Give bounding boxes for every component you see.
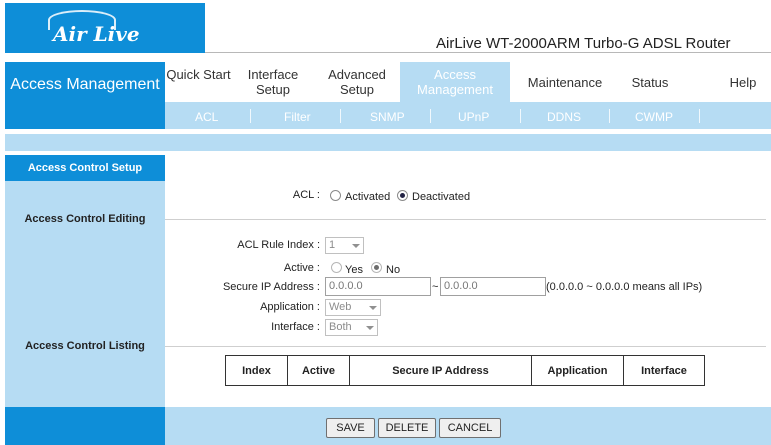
- section-divider: [165, 346, 766, 347]
- sidebar: [5, 155, 165, 407]
- nav-item-access-management[interactable]: Access Management: [400, 62, 510, 102]
- table-header-active: Active: [288, 356, 350, 385]
- secure-ip-end-input[interactable]: 0.0.0.0: [440, 277, 546, 296]
- nav-item-status[interactable]: Status: [620, 62, 680, 102]
- table-header-application: Application: [532, 356, 624, 385]
- footer-left-block: [5, 407, 165, 445]
- acl-deactivated-radio[interactable]: [397, 190, 408, 201]
- sub-nav: ACL Filter SNMP UPnP DDNS CWMP: [165, 102, 771, 129]
- rule-index-select[interactable]: 1: [325, 237, 364, 254]
- section-divider: [165, 219, 766, 220]
- sub-nav-separator: [430, 109, 431, 123]
- delete-button[interactable]: DELETE: [378, 418, 436, 438]
- chevron-down-icon: [366, 326, 374, 330]
- nav-item-interface-setup[interactable]: Interface Setup: [237, 62, 309, 102]
- application-value: Web: [329, 301, 352, 313]
- sub-nav-upnp[interactable]: UPnP: [458, 110, 489, 124]
- router-title: AirLive WT-2000ARM Turbo-G ADSL Router: [436, 35, 731, 52]
- airlive-logo: Air Live: [5, 3, 205, 53]
- sub-nav-filter[interactable]: Filter: [284, 110, 311, 124]
- logo-text: Air Live: [53, 22, 140, 46]
- sidebar-listing-label: Access Control Listing: [25, 340, 145, 352]
- sub-nav-ddns[interactable]: DDNS: [547, 110, 581, 124]
- application-select[interactable]: Web: [325, 299, 381, 316]
- spacer-band: [5, 134, 771, 151]
- sub-nav-cwmp[interactable]: CWMP: [635, 110, 673, 124]
- acl-label: ACL :: [292, 189, 320, 201]
- nav-item-quick-start[interactable]: Quick Start: [165, 62, 232, 102]
- interface-label: Interface :: [271, 321, 320, 333]
- active-no-label: No: [386, 264, 401, 276]
- router-admin-page: Air Live AirLive WT-2000ARM Turbo-G ADSL…: [0, 0, 771, 445]
- acl-activated-label: Activated: [345, 191, 391, 203]
- active-yes-label: Yes: [345, 264, 363, 276]
- chevron-down-icon: [352, 244, 360, 248]
- table-header-index: Index: [226, 356, 288, 385]
- nav-item-help[interactable]: Help: [721, 62, 765, 102]
- ip-range-separator: ~: [432, 281, 439, 293]
- nav-item-advanced-setup[interactable]: Advanced Setup: [317, 62, 397, 102]
- sub-nav-separator: [520, 109, 521, 123]
- sidebar-setup-label: Access Control Setup: [5, 155, 165, 181]
- header-divider: [205, 52, 771, 53]
- interface-value: Both: [329, 321, 352, 333]
- acl-listing-table: Index Active Secure IP Address Applicati…: [225, 355, 705, 386]
- secure-ip-start-input[interactable]: 0.0.0.0: [325, 277, 431, 296]
- table-header-secure-ip: Secure IP Address: [350, 356, 532, 385]
- nav-section-title: Access Management: [5, 62, 165, 129]
- sub-nav-separator: [609, 109, 610, 123]
- acl-deactivated-label: Deactivated: [412, 191, 471, 203]
- sidebar-editing-label: Access Control Editing: [24, 213, 146, 225]
- active-no-radio[interactable]: [371, 262, 382, 273]
- interface-select[interactable]: Both: [325, 319, 378, 336]
- sub-nav-separator: [250, 109, 251, 123]
- save-button[interactable]: SAVE: [326, 418, 375, 438]
- cancel-button[interactable]: CANCEL: [439, 418, 501, 438]
- table-header-interface: Interface: [641, 364, 687, 377]
- active-label: Active :: [283, 262, 320, 274]
- chevron-down-icon: [369, 306, 377, 310]
- acl-activated-radio[interactable]: [330, 190, 341, 201]
- nav-item-maintenance[interactable]: Maintenance: [515, 62, 615, 102]
- sub-nav-separator: [699, 109, 700, 123]
- active-yes-radio[interactable]: [331, 262, 342, 273]
- rule-index-label: ACL Rule Index :: [237, 239, 320, 251]
- sub-nav-snmp[interactable]: SNMP: [370, 110, 405, 124]
- secure-ip-label: Secure IP Address :: [222, 281, 320, 293]
- application-label: Application :: [260, 301, 320, 313]
- main-nav: Quick Start Interface Setup Advanced Set…: [165, 62, 771, 102]
- ip-range-hint: (0.0.0.0 ~ 0.0.0.0 means all IPs): [546, 281, 703, 293]
- rule-index-value: 1: [329, 239, 336, 251]
- sub-nav-separator: [340, 109, 341, 123]
- sub-nav-acl[interactable]: ACL: [195, 110, 218, 124]
